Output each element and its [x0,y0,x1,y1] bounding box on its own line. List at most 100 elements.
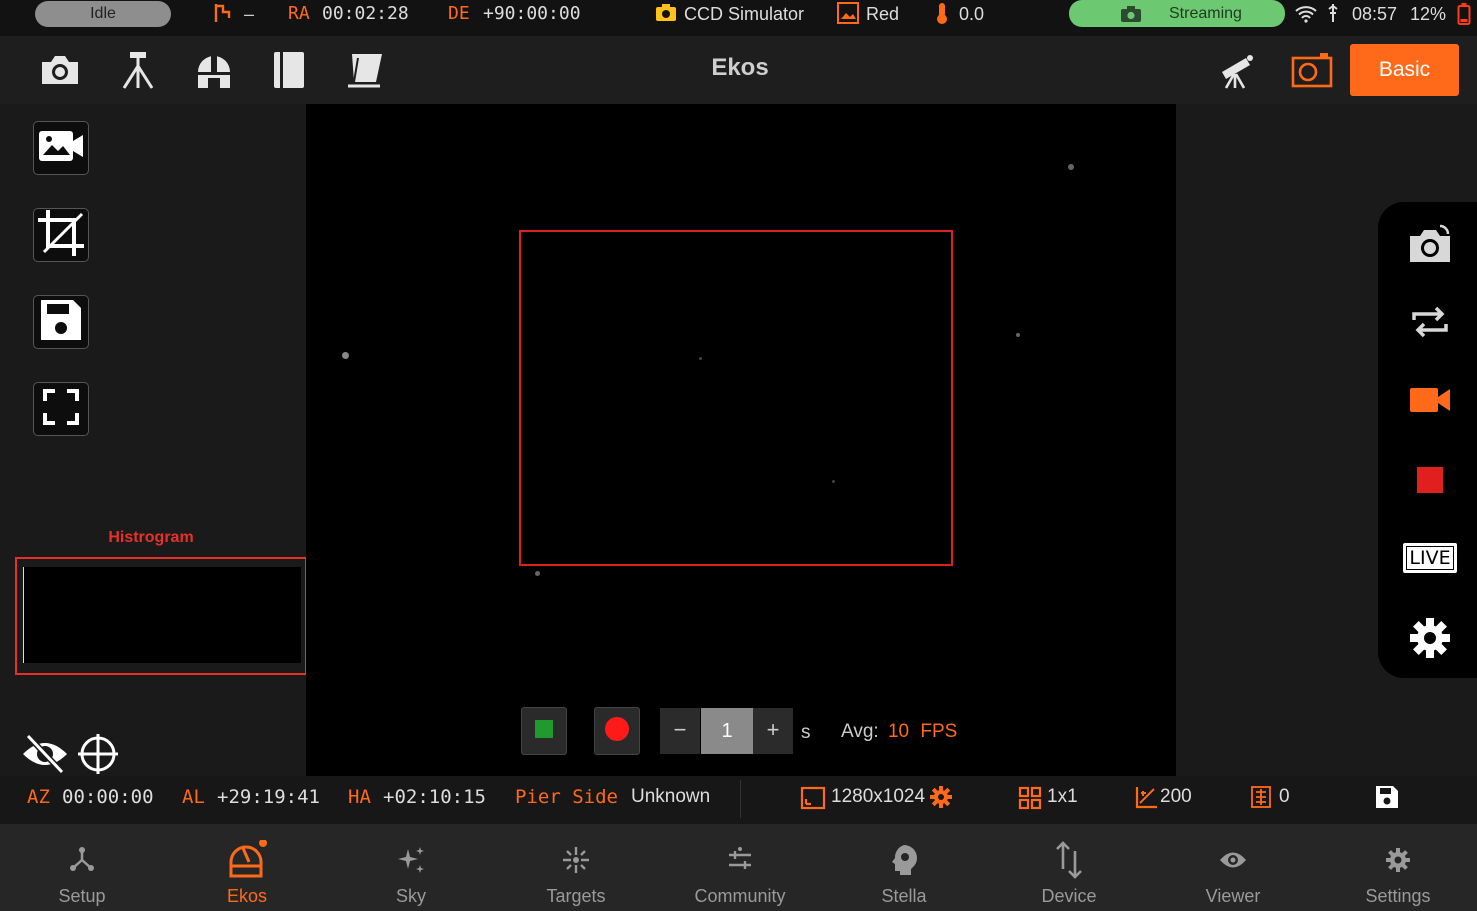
top-toolbar: Ekos Basic [0,36,1477,104]
avg-label: Avg: [841,721,879,742]
settings-icon[interactable] [1400,612,1460,664]
al-value: +29:19:41 [217,786,320,808]
nav-label: Targets [546,886,606,906]
star [342,352,349,359]
offset-value[interactable]: 0 [1279,786,1290,808]
exposure-input[interactable]: 1 [701,708,753,754]
histogram-plot [23,567,301,663]
stop-stream-button[interactable] [521,707,567,755]
nav-label: Device [1041,886,1097,906]
de-value: +90:00:00 [483,3,581,24]
flat-panel-icon[interactable] [344,50,388,90]
live-icon[interactable]: LIVE [1400,532,1460,584]
telescope-icon[interactable] [1214,50,1258,90]
left-tool-panel: Histrogram [0,104,307,776]
clock: 08:57 [1352,4,1398,24]
device-icon [1049,840,1089,880]
camera-switch-icon[interactable] [1400,218,1460,270]
offset-icon [1249,785,1273,815]
notebook-icon[interactable] [268,50,312,90]
stream-camera-icon [1119,5,1143,32]
nav-ekos[interactable]: Ekos [165,824,329,911]
exposure-unit: s [801,722,811,743]
camera-icon[interactable] [38,50,82,90]
frame-capture-icon[interactable] [1290,50,1334,90]
video-camera-button[interactable] [33,121,89,175]
community-icon [720,840,760,880]
save-icon [39,298,83,347]
gain-value[interactable]: 200 [1160,786,1192,808]
crop-icon [36,208,86,263]
nav-settings[interactable]: Settings [1316,824,1477,911]
ra-label: RA [288,3,310,24]
nav-device[interactable]: Device [987,824,1151,911]
al-label: AL [182,786,205,808]
resolution-value[interactable]: 1280x1024 [831,786,925,808]
ha-label: HA [348,786,371,808]
info-divider [740,780,741,818]
nav-sky[interactable]: Sky [329,824,493,911]
save-button[interactable] [33,295,89,349]
nav-viewer[interactable]: Viewer [1151,824,1315,911]
fullscreen-button[interactable] [33,382,89,436]
tripod-icon[interactable] [116,50,160,90]
resolution-settings-icon[interactable] [929,785,953,815]
dome-icon[interactable] [192,50,236,90]
usb-icon [1327,3,1339,39]
exposure-decrease-button[interactable]: − [660,708,700,754]
thermometer-icon [934,1,950,37]
az-value: 00:00:00 [62,786,154,808]
setup-icon [62,840,102,880]
binning-icon [1018,786,1042,816]
nav-label: Stella [881,886,927,906]
right-control-rail: LIVE [1378,202,1477,678]
streaming-badge[interactable]: Streaming [1069,0,1285,27]
battery-percent: 12% [1410,4,1447,24]
video-camera-icon [37,127,85,170]
viewer-icon [1213,840,1253,880]
image-viewer[interactable]: − 1 + s Avg: 10 FPS [306,104,1176,776]
temperature-value: 0.0 [959,4,985,24]
stella-icon [884,840,924,880]
filter-name[interactable]: Red [866,0,899,36]
wifi-icon [1295,3,1317,39]
basic-mode-button[interactable]: Basic [1350,44,1459,96]
fullscreen-icon [41,387,81,432]
gain-icon [1134,785,1158,815]
mount-icon [212,2,234,38]
crop-button[interactable] [33,208,89,262]
targets-icon [556,840,596,880]
roi-frame[interactable] [519,230,953,566]
binning-value[interactable]: 1x1 [1047,786,1078,808]
nav-targets[interactable]: Targets [494,824,658,911]
star [1016,333,1020,337]
loop-icon[interactable] [1400,296,1460,348]
pier-side-label: Pier Side [515,786,618,808]
nav-community[interactable]: Community [658,824,822,911]
page-title: Ekos [711,54,769,81]
status-idle-badge: Idle [35,1,171,27]
filter-icon [836,1,860,37]
sky-icon [391,840,431,880]
nav-label: Setup [58,886,106,906]
save-icon[interactable] [1375,785,1399,815]
camera-name[interactable]: CCD Simulator [684,0,804,36]
stop-icon [534,719,554,744]
record-button[interactable] [594,707,640,755]
bottom-navigation: Setup Ekos Sky Targets Community Stella [0,824,1477,911]
hide-overlay-icon[interactable] [20,732,70,781]
crosshair-icon[interactable] [76,732,120,781]
battery-icon [1457,2,1471,38]
histogram-panel [15,557,307,675]
nav-setup[interactable]: Setup [0,824,164,911]
nav-label: Community [694,886,786,906]
ra-value: 00:02:28 [322,3,409,24]
exposure-increase-button[interactable]: + [753,708,793,754]
stop-icon[interactable] [1400,454,1460,506]
star [535,571,540,576]
fps-value: 10 [887,721,910,742]
streaming-label: Streaming [1169,5,1242,22]
video-record-icon[interactable] [1400,374,1460,426]
ccd-camera-icon [654,1,678,37]
nav-stella[interactable]: Stella [822,824,986,911]
